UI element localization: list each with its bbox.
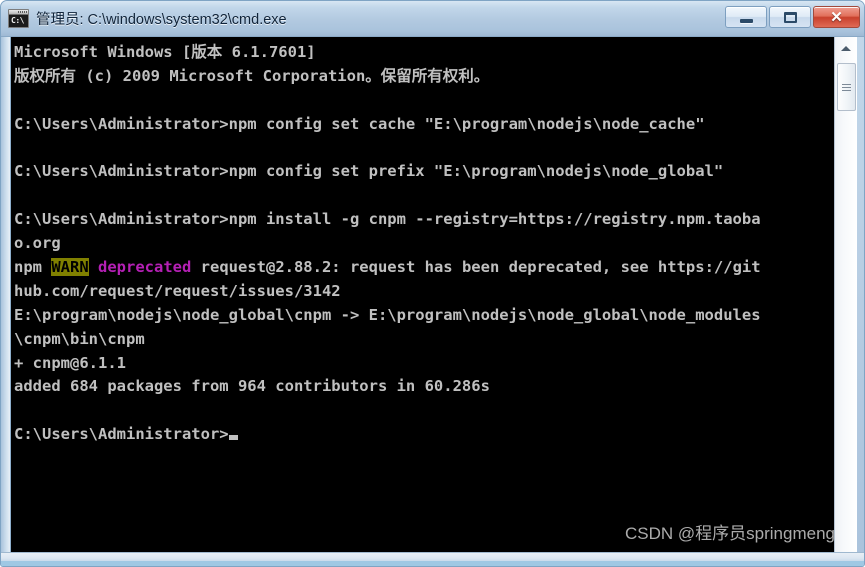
console-line: added 684 packages from 964 contributors… (14, 375, 824, 399)
desktop-background: C:\ 管理员: C:\windows\system32\cmd.exe ✕ M… (0, 0, 865, 567)
console-line-text: Microsoft Windows [版本 6.1.7601] (14, 43, 316, 61)
console-line-text: C:\Users\Administrator>npm config set ca… (14, 114, 705, 133)
console-line: E:\program\nodejs\node_global\cnpm -> E:… (14, 304, 824, 328)
console-line: C:\Users\Administrator>npm install -g cn… (14, 208, 824, 232)
console-client-area[interactable]: Microsoft Windows [版本 6.1.7601] 版权所有 (c) … (10, 37, 857, 554)
close-icon: ✕ (830, 8, 843, 26)
console-output: Microsoft Windows [版本 6.1.7601] 版权所有 (c) … (14, 41, 824, 447)
console-line-suffix: request@2.88.2: request has been depreca… (191, 258, 761, 277)
console-line-text: \cnpm\bin\cnpm (14, 329, 145, 348)
watermark-text: CSDN @程序员springmeng (625, 524, 835, 543)
scroll-thumb[interactable] (837, 63, 856, 111)
console-line: 版权所有 (c) 2009 Microsoft Corporation。保留所有… (14, 65, 824, 89)
console-line: \cnpm\bin\cnpm (14, 328, 824, 352)
scroll-up-button[interactable] (835, 37, 857, 59)
cmd-console-icon[interactable]: C:\ (8, 9, 29, 28)
window-controls: ✕ (725, 6, 860, 28)
console-line-prefix: npm (14, 258, 52, 277)
console-line-space (89, 258, 98, 276)
scroll-up-arrow-icon (841, 45, 851, 51)
console-line: C:\Users\Administrator>npm config set pr… (14, 160, 824, 184)
console-line: Microsoft Windows [版本 6.1.7601] (14, 41, 824, 65)
close-button[interactable]: ✕ (813, 6, 860, 28)
minimize-icon (739, 18, 753, 23)
console-line-text: o.org (14, 234, 61, 253)
console-line: + cnpm@6.1.1 (14, 352, 824, 376)
console-line-text: + cnpm@6.1.1 (14, 353, 126, 372)
console-line-text: added 684 packages from 964 contributors… (14, 377, 490, 396)
console-line-text: E:\program\nodejs\node_global\cnpm -> E:… (14, 305, 761, 324)
scroll-thumb-grip-icon (842, 83, 851, 91)
cmd-icon-bar (9, 10, 28, 15)
console-line-text: C:\Users\Administrator>npm install -g cn… (14, 210, 761, 229)
console-scrollbar[interactable] (834, 37, 857, 554)
console-line-text: C:\Users\Administrator> (14, 425, 229, 444)
console-line: hub.com/request/request/issues/3142 (14, 280, 824, 304)
maximize-icon (783, 11, 797, 23)
cmd-window: C:\ 管理员: C:\windows\system32\cmd.exe ✕ M… (0, 0, 865, 567)
window-title: 管理员: C:\windows\system32\cmd.exe (36, 12, 287, 28)
window-left-edge (1, 37, 10, 554)
console-line-text: hub.com/request/request/issues/3142 (14, 281, 341, 300)
window-bottom-accent (1, 561, 864, 566)
maximize-button[interactable] (769, 6, 811, 28)
console-line: o.org (14, 232, 824, 256)
npm-warn-badge: WARN (51, 258, 89, 277)
console-line: npm WARN deprecated request@2.88.2: requ… (14, 256, 824, 280)
deprecated-label: deprecated (98, 258, 192, 277)
titlebar-left-group: C:\ 管理员: C:\windows\system32\cmd.exe (8, 8, 287, 29)
cmd-icon-glyph: C:\ (11, 16, 24, 25)
console-cursor (228, 435, 238, 441)
console-line: C:\Users\Administrator> (14, 423, 824, 447)
window-titlebar[interactable]: C:\ 管理员: C:\windows\system32\cmd.exe ✕ (1, 1, 864, 37)
console-line-text: C:\Users\Administrator>npm config set pr… (14, 162, 724, 181)
console-line: C:\Users\Administrator>npm config set ca… (14, 113, 824, 137)
console-line-text: 版权所有 (c) 2009 Microsoft Corporation。保留所有… (14, 66, 490, 85)
minimize-button[interactable] (725, 6, 767, 28)
